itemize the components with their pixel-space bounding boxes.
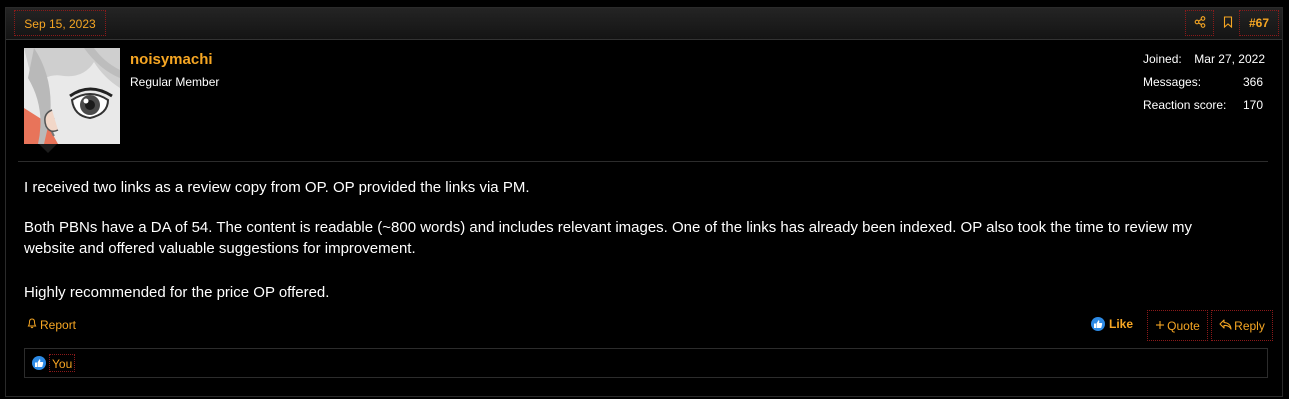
stat-value[interactable]: 366: [1243, 75, 1263, 89]
post-paragraph: Both PBNs have a DA of 54. The content i…: [24, 219, 1193, 257]
post-paragraph: Highly recommended for the price OP offe…: [24, 284, 330, 301]
stat-reaction-score: Reaction score: 170: [1143, 98, 1263, 121]
stat-label: Messages:: [1143, 75, 1202, 89]
like-button[interactable]: Like: [1091, 317, 1133, 331]
avatar[interactable]: [24, 48, 120, 144]
user-title: Regular Member: [130, 75, 220, 89]
post-paragraph: I received two links as a review copy fr…: [24, 179, 530, 196]
report-button[interactable]: Report: [26, 317, 76, 332]
stat-label: Joined:: [1143, 52, 1182, 66]
stat-value: 170: [1242, 98, 1263, 112]
post-header: Sep 15, 2023 #67: [6, 8, 1282, 40]
bookmark-icon: [1223, 15, 1233, 31]
quote-label: Quote: [1167, 318, 1200, 333]
post-date-link[interactable]: Sep 15, 2023: [14, 10, 106, 36]
like-icon: [1091, 317, 1105, 331]
share-button[interactable]: [1185, 10, 1214, 36]
quote-button[interactable]: Quote: [1147, 310, 1208, 341]
stat-messages: Messages: 366: [1143, 75, 1263, 98]
stat-label: Reaction score:: [1143, 98, 1227, 112]
stat-joined: Joined: Mar 27, 2022: [1143, 52, 1265, 75]
stat-value: Mar 27, 2022: [1194, 52, 1265, 66]
username-link[interactable]: noisymachi: [130, 51, 213, 68]
post-number-link[interactable]: #67: [1239, 10, 1279, 36]
bell-icon: [26, 317, 38, 332]
reply-icon: [1219, 318, 1232, 333]
reply-button[interactable]: Reply: [1211, 310, 1273, 341]
forum-post: Sep 15, 2023 #67 noisymachi Regular Memb…: [5, 7, 1283, 397]
bookmark-button[interactable]: [1216, 10, 1239, 36]
share-icon: [1194, 15, 1206, 31]
like-icon: [32, 356, 46, 370]
like-label: Like: [1109, 317, 1134, 331]
reply-label: Reply: [1234, 318, 1265, 333]
plus-icon: [1155, 319, 1165, 333]
avatar-pointer: [39, 144, 57, 153]
reactions-bar: You: [24, 348, 1268, 378]
divider: [18, 161, 1268, 162]
user-stats: Joined: Mar 27, 2022 Messages: 366 React…: [1143, 52, 1265, 121]
report-label: Report: [40, 317, 77, 332]
reaction-user-link[interactable]: You: [49, 354, 76, 372]
